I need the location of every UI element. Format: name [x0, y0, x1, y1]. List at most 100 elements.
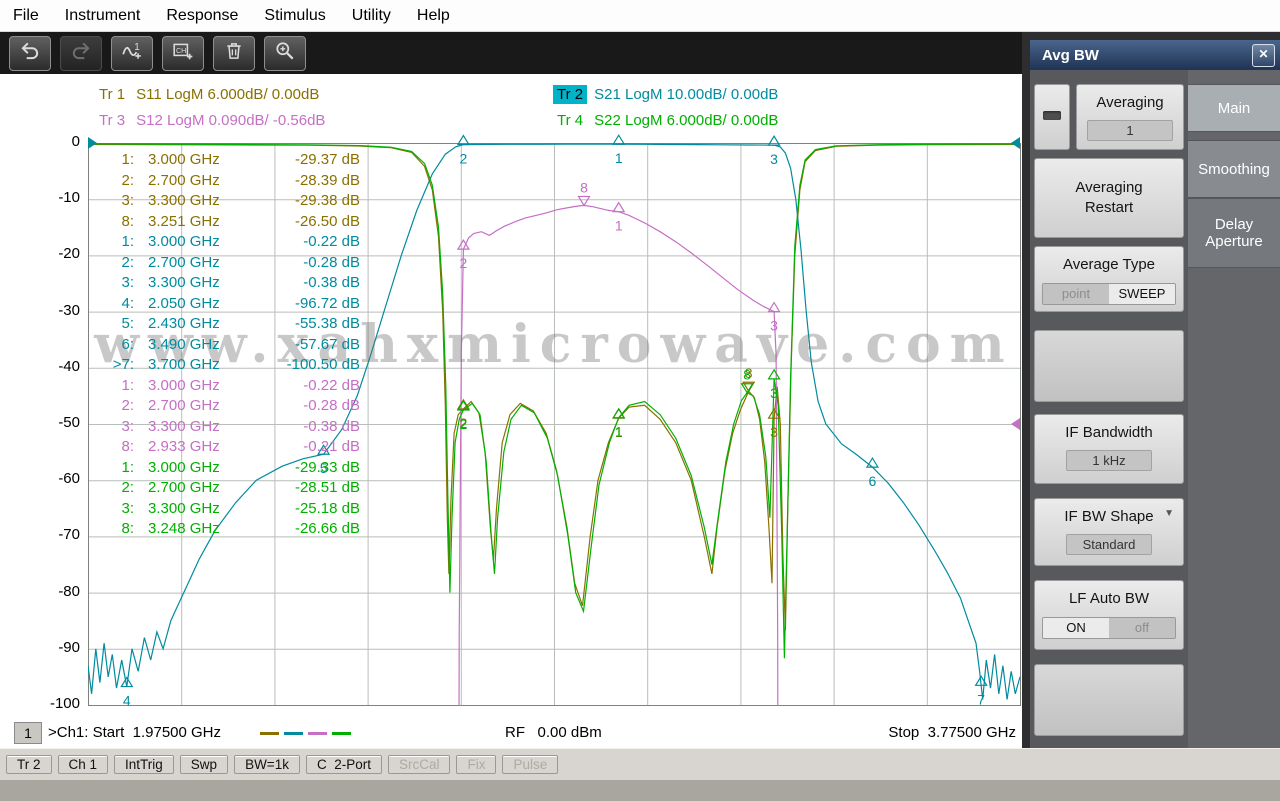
lf-auto-bw-off[interactable]: off — [1109, 618, 1175, 638]
average-type-point[interactable]: point — [1043, 284, 1109, 304]
panel-title-bar: Avg BW ✕ — [1030, 40, 1280, 70]
average-type-sweep[interactable]: SWEEP — [1109, 284, 1175, 304]
averaging-toggle-button[interactable] — [1034, 84, 1070, 150]
status-pulse[interactable]: Pulse — [502, 755, 559, 774]
menu-instrument[interactable]: Instrument — [52, 0, 154, 31]
if-bandwidth-button[interactable]: IF Bandwidth 1 kHz — [1034, 414, 1184, 484]
svg-text:4: 4 — [123, 693, 131, 709]
marker-readout-row: 4: 2.050 GHz -96.72 dB — [121, 294, 360, 312]
averaging-restart-button[interactable]: Averaging Restart — [1034, 158, 1184, 238]
legend-tr1[interactable]: Tr 1 S11 LogM 6.000dB/ 0.00dB — [95, 86, 319, 103]
legend-tr4[interactable]: Tr 4 S22 LogM 6.000dB/ 0.00dB — [553, 112, 778, 129]
status-bw-1k[interactable]: BW=1k — [234, 755, 300, 774]
menu-stimulus[interactable]: Stimulus — [251, 0, 338, 31]
redo-button[interactable] — [60, 35, 102, 71]
legend-tr2[interactable]: Tr 2 S21 LogM 10.00dB/ 0.00dB — [553, 85, 779, 104]
svg-text:6: 6 — [869, 473, 877, 489]
trace-color-legend — [260, 732, 351, 735]
lf-auto-bw-on[interactable]: ON — [1043, 618, 1109, 638]
trace-id: Tr 2 — [553, 85, 588, 104]
menu-help[interactable]: Help — [404, 0, 463, 31]
svg-text:1: 1 — [134, 41, 140, 52]
delete-icon — [223, 40, 245, 67]
if-bandwidth-label: IF Bandwidth — [1065, 424, 1153, 441]
marker-readout-row: 2: 2.700 GHz -28.51 dB — [121, 479, 360, 496]
channel-badge[interactable]: 1 — [14, 722, 42, 744]
trace-id: Tr 1 — [99, 86, 126, 103]
close-icon[interactable]: ✕ — [1252, 44, 1275, 67]
marker-readout-row: 2: 2.700 GHz -0.28 dB — [121, 397, 360, 414]
start-frequency: >Ch1: Start 1.97500 GHz — [48, 724, 222, 741]
averaging-value: 1 — [1087, 120, 1173, 141]
marker-readout-row: 2: 2.700 GHz -0.28 dB — [121, 253, 360, 271]
marker-readout-row: 3: 3.300 GHz -29.38 dB — [121, 192, 360, 209]
status-c-2-port[interactable]: C 2-Port — [305, 755, 382, 774]
if-bw-shape-label: IF BW Shape — [1064, 508, 1154, 525]
panel-body: Averaging 1 Averaging Restart Average Ty… — [1030, 70, 1280, 748]
add-channel-icon: CH — [172, 40, 194, 67]
if-bw-shape-button[interactable]: IF BW Shape ▼ Standard — [1034, 498, 1184, 566]
trace-color-dash — [332, 732, 351, 735]
menu-utility[interactable]: Utility — [339, 0, 404, 31]
y-axis-label: -30 — [58, 301, 80, 319]
window-bottom-strip — [0, 780, 1280, 801]
averaging-button[interactable]: Averaging 1 — [1076, 84, 1184, 150]
panel-tabs: Main Smoothing Delay Aperture — [1188, 70, 1280, 748]
lf-auto-bw-button[interactable]: LF Auto BW ON off — [1034, 580, 1184, 650]
main-content: Tr 1 S11 LogM 6.000dB/ 0.00dB Tr 2 S21 LogM… — [0, 74, 1022, 748]
status-srccal[interactable]: SrcCal — [387, 755, 451, 774]
tab-smoothing[interactable]: Smoothing — [1188, 140, 1280, 198]
status-inttrig[interactable]: IntTrig — [114, 755, 174, 774]
marker-readout-row: 1: 3.000 GHz -0.22 dB — [121, 233, 360, 250]
svg-text:1: 1 — [615, 150, 623, 166]
y-axis-label: -10 — [58, 189, 80, 207]
y-axis-label: -40 — [58, 357, 80, 375]
trace-format: S12 LogM 0.090dB/ -0.56dB — [136, 112, 326, 129]
tab-main[interactable]: Main — [1188, 84, 1280, 132]
marker-readout-row: 1: 3.000 GHz -0.22 dB — [121, 376, 360, 394]
menu-response[interactable]: Response — [153, 0, 251, 31]
status-bar: Tr 2 Ch 1 IntTrig Swp BW=1k C 2-Port SrcCal Fix… — [0, 748, 1280, 780]
svg-text:CH: CH — [176, 46, 186, 54]
menu-file[interactable]: File — [0, 0, 52, 31]
averaging-restart-label: Averaging Restart — [1075, 179, 1143, 216]
y-axis-label: -90 — [58, 638, 80, 656]
svg-text:2: 2 — [459, 255, 467, 271]
legend-tr3[interactable]: Tr 3 S12 LogM 0.090dB/ -0.56dB — [95, 112, 325, 129]
undo-button[interactable] — [9, 35, 51, 71]
zoom-in-button[interactable] — [264, 35, 306, 71]
status-swp[interactable]: Swp — [179, 755, 229, 774]
marker-readout-row: 1: 3.000 GHz -29.37 dB — [121, 151, 360, 168]
trace-format: S11 LogM 6.000dB/ 0.00dB — [136, 86, 320, 103]
add-trace-button[interactable]: 1 — [111, 35, 153, 71]
y-axis-label: 0 — [71, 133, 80, 150]
blank-softkey — [1034, 330, 1184, 402]
delete-button[interactable] — [213, 35, 255, 71]
tab-delay-aperture[interactable]: Delay Aperture — [1188, 198, 1280, 268]
marker-readout-row: 3: 3.300 GHz -0.38 dB — [121, 417, 360, 435]
add-trace-icon: 1 — [121, 40, 143, 67]
menu-bar: File Instrument Response Stimulus Utility Hel… — [0, 0, 1280, 32]
trace-color-dash — [260, 732, 279, 735]
right-panel: Avg BW ✕ Averaging 1 Averaging Restart A… — [1022, 32, 1280, 748]
panel-title: Avg BW — [1042, 46, 1099, 64]
y-axis-label: -100 — [49, 695, 80, 712]
status-tr-2[interactable]: Tr 2 — [6, 755, 52, 774]
marker-readout-row: 5: 2.430 GHz -55.38 dB — [121, 315, 360, 332]
trace-id: Tr 3 — [99, 112, 126, 129]
svg-text:1: 1 — [615, 218, 623, 234]
redo-icon — [70, 40, 92, 67]
trace-color-dash — [284, 732, 303, 735]
y-axis-label: -60 — [58, 470, 80, 488]
marker-readout-row: >7: 3.700 GHz -100.50 dB — [112, 356, 360, 373]
status-ch-1[interactable]: Ch 1 — [57, 755, 109, 774]
trace-format: S21 LogM 10.00dB/ 0.00dB — [594, 86, 779, 103]
y-axis-label: -50 — [58, 414, 80, 431]
status-fix[interactable]: Fix — [456, 755, 497, 774]
svg-text:3: 3 — [770, 385, 778, 401]
add-channel-button[interactable]: CH — [162, 35, 204, 71]
marker-readout-row: 8: 3.251 GHz -26.50 dB — [121, 212, 360, 230]
average-type-button[interactable]: Average Type point SWEEP — [1034, 246, 1184, 312]
averaging-label: Averaging — [1096, 94, 1164, 111]
undo-icon — [19, 40, 41, 67]
